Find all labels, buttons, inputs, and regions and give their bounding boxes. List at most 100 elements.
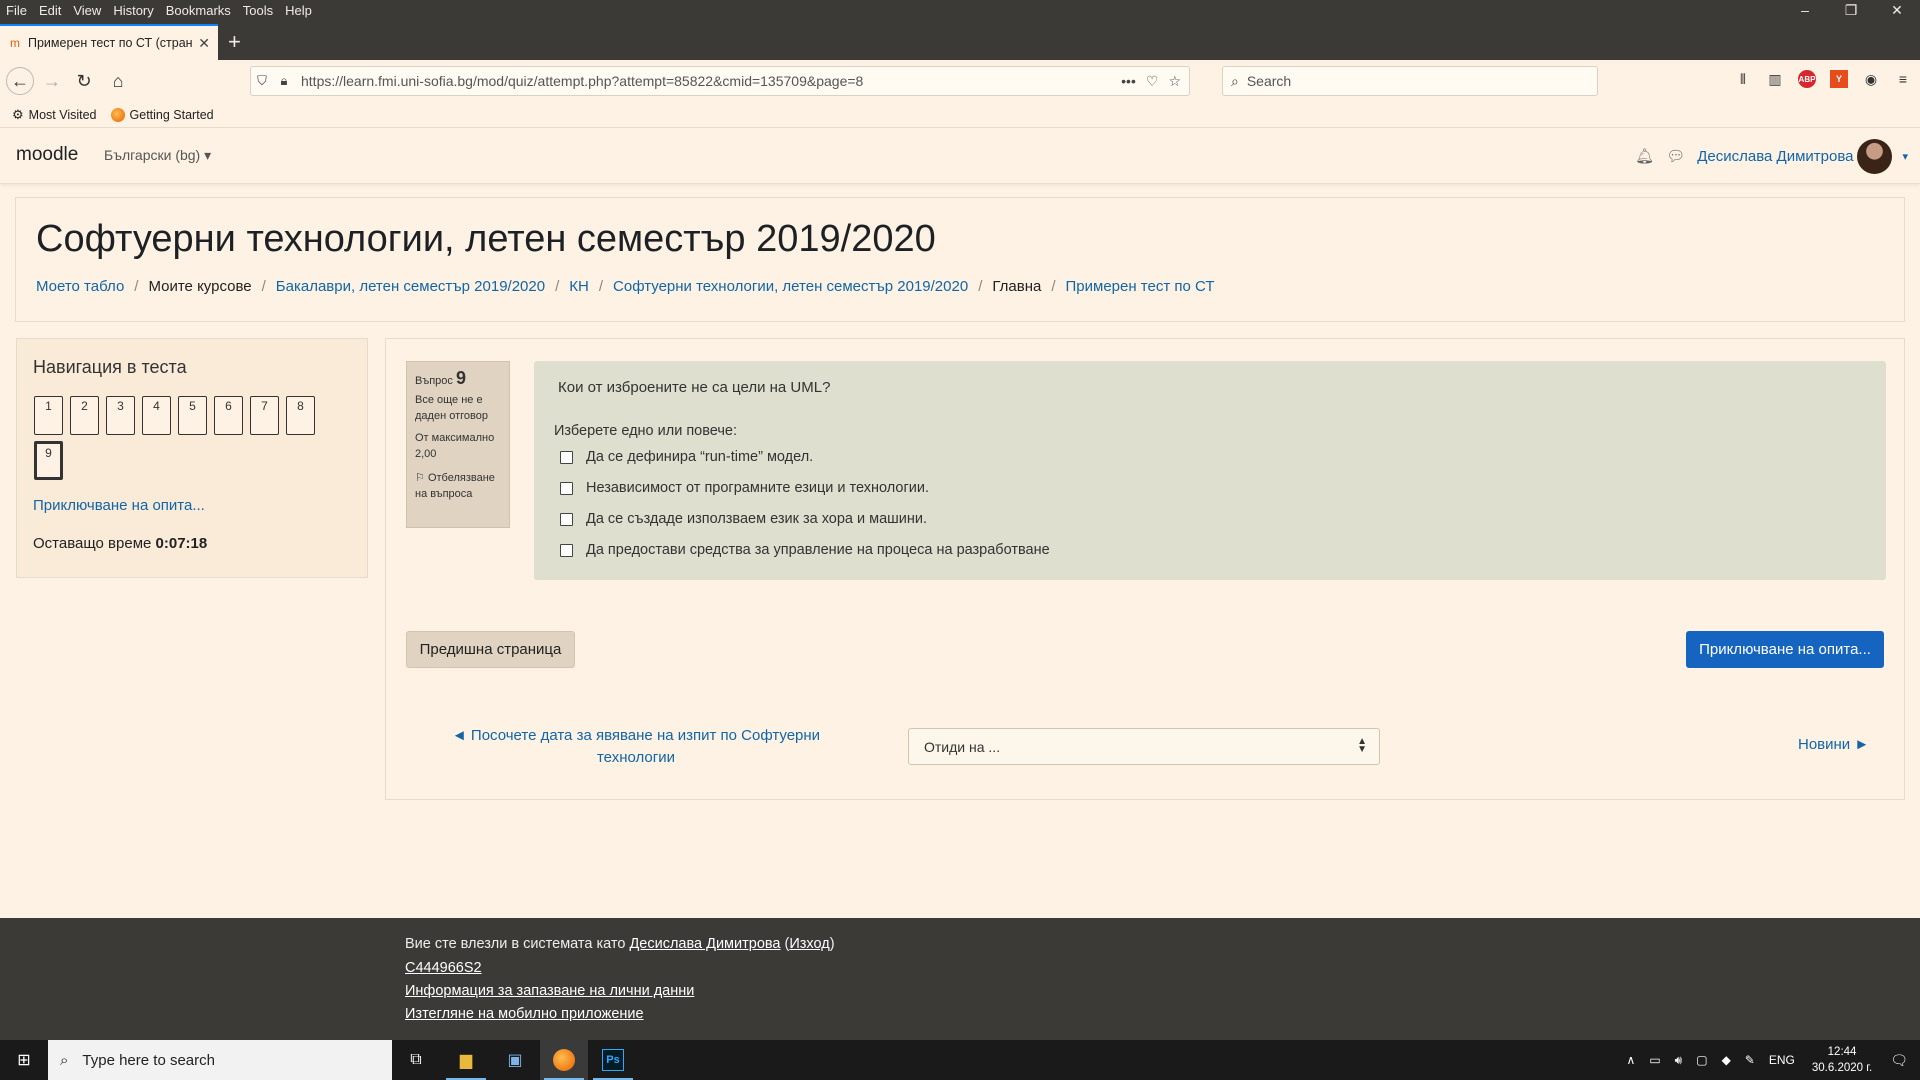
file-explorer-icon[interactable]: ▆ xyxy=(442,1040,490,1080)
volume-icon[interactable]: 🔊︎ xyxy=(1675,1053,1683,1068)
new-tab-button[interactable]: + xyxy=(228,28,241,56)
breadcrumb-item[interactable]: Софтуерни технологии, летен семестър 201… xyxy=(613,278,968,295)
chevron-down-icon[interactable]: ▾ xyxy=(1902,150,1908,163)
bookmark-star-icon[interactable]: ☆ xyxy=(1168,73,1181,90)
menu-view[interactable]: View xyxy=(67,3,107,18)
moodle-brand[interactable]: moodle xyxy=(16,144,78,166)
message-icon[interactable]: 💬︎ xyxy=(1666,147,1685,165)
menu-file[interactable]: File xyxy=(0,3,33,18)
footer-code-link[interactable]: C444966S2 xyxy=(405,960,482,976)
previous-page-button[interactable]: Предишна страница xyxy=(406,631,575,668)
url-text[interactable]: https://learn.fmi.uni-sofia.bg/mod/quiz/… xyxy=(301,73,1121,89)
answer-checkbox[interactable] xyxy=(560,512,573,526)
reload-icon[interactable]: ↻ xyxy=(70,67,98,95)
forward-arrow-icon[interactable]: → xyxy=(38,67,66,95)
extension-icon[interactable]: Y xyxy=(1830,70,1848,88)
time-remaining: Оставащо време 0:07:18 xyxy=(33,535,207,552)
browser-search-input[interactable]: ⌕ Search xyxy=(1222,66,1598,96)
bell-icon[interactable]: 🔔︎ xyxy=(1635,147,1654,165)
answer-label[interactable]: Да се дефинира “run-time” модел. xyxy=(586,449,813,465)
menu-edit[interactable]: Edit xyxy=(33,3,67,18)
clock[interactable]: 12:44 30.6.2020 г. xyxy=(1812,1044,1872,1076)
sidebar-icon[interactable]: ▥ xyxy=(1766,70,1784,88)
lock-icon[interactable]: 🔒︎ xyxy=(273,73,295,89)
jump-to-select[interactable]: Отиди на ... ▲ ▼ xyxy=(908,728,1380,765)
answer-option-1[interactable]: Да се дефинира “run-time” модел. xyxy=(560,449,813,465)
dropbox-icon[interactable]: ◆ xyxy=(1722,1053,1731,1067)
user-menu-name[interactable]: Десислава Димитрова xyxy=(1697,148,1853,165)
task-view-icon[interactable]: ⧉ xyxy=(392,1040,440,1080)
question-button-4[interactable]: 4 xyxy=(142,396,171,435)
question-button-6[interactable]: 6 xyxy=(214,396,243,435)
menu-history[interactable]: History xyxy=(107,3,159,18)
minimize-button[interactable]: – xyxy=(1782,0,1828,20)
question-button-1[interactable]: 1 xyxy=(34,396,63,435)
pocket-icon[interactable]: ♡ xyxy=(1146,73,1159,90)
windows-start-icon[interactable]: ⊞ xyxy=(0,1040,48,1080)
chevron-up-icon[interactable]: ∧ xyxy=(1627,1053,1636,1067)
browser-tab[interactable]: m Примерен тест по СТ (страница ✕ xyxy=(0,24,218,60)
flag-question[interactable]: ⚐ Отбелязване на въпроса xyxy=(415,470,501,502)
language-menu[interactable]: Български (bg) ▾ xyxy=(104,147,211,164)
finish-attempt-link[interactable]: Приключване на опита... xyxy=(33,497,205,514)
hamburger-menu-icon[interactable]: ≡ xyxy=(1894,70,1912,88)
breadcrumb-item: Моите курсове xyxy=(148,278,252,295)
previous-activity-link[interactable]: ◄ Посочете дата за явяване на изпит по С… xyxy=(446,725,826,769)
question-button-5[interactable]: 5 xyxy=(178,396,207,435)
logged-in-info: Вие сте влезли в системата като Десислав… xyxy=(405,936,835,952)
close-tab-icon[interactable]: ✕ xyxy=(198,35,210,52)
account-icon[interactable]: ◉ xyxy=(1862,70,1880,88)
answer-label[interactable]: Да се създаде използваем език за хора и … xyxy=(586,511,927,527)
breadcrumb-item[interactable]: Бакалаври, летен семестър 2019/2020 xyxy=(276,278,545,295)
bookmark-most-visited[interactable]: ⚙ Most Visited xyxy=(12,107,97,123)
photoshop-icon[interactable]: Ps xyxy=(589,1040,637,1080)
shield-icon[interactable]: ⛉ xyxy=(251,73,273,89)
restore-button[interactable]: ❐ xyxy=(1828,0,1874,20)
address-bar[interactable]: ⛉ 🔒︎ https://learn.fmi.uni-sofia.bg/mod/… xyxy=(250,66,1190,96)
breadcrumb-item[interactable]: КН xyxy=(569,278,589,295)
breadcrumb-item[interactable]: Примерен тест по СТ xyxy=(1066,278,1215,295)
back-arrow-icon[interactable]: ← xyxy=(6,67,34,95)
question-button-2[interactable]: 2 xyxy=(70,396,99,435)
breadcrumb-item: Главна xyxy=(992,278,1042,295)
network-icon[interactable]: ▢ xyxy=(1696,1053,1707,1067)
menu-tools[interactable]: Tools xyxy=(237,3,279,18)
close-window-button[interactable]: ✕ xyxy=(1874,0,1920,20)
breadcrumb-item[interactable]: Моето табло xyxy=(36,278,124,295)
logout-link[interactable]: Изход xyxy=(789,936,829,952)
question-button-3[interactable]: 3 xyxy=(106,396,135,435)
question-button-8[interactable]: 8 xyxy=(286,396,315,435)
next-activity-link[interactable]: Новини ► xyxy=(1798,736,1869,753)
answer-label[interactable]: Независимост от програмните езици и техн… xyxy=(586,480,929,496)
privacy-link[interactable]: Информация за запазване на лични данни xyxy=(405,983,694,999)
menu-bookmarks[interactable]: Bookmarks xyxy=(160,3,237,18)
firefox-taskbar-icon[interactable] xyxy=(540,1040,588,1080)
menu-help[interactable]: Help xyxy=(279,3,318,18)
finish-attempt-button[interactable]: Приключване на опита... xyxy=(1686,631,1884,668)
answer-label[interactable]: Да предостави средства за управление на … xyxy=(586,542,1050,558)
battery-icon[interactable]: ▭ xyxy=(1649,1053,1660,1067)
answer-option-2[interactable]: Независимост от програмните езици и техн… xyxy=(560,480,929,496)
adblock-icon[interactable]: ABP xyxy=(1798,70,1816,88)
answer-option-4[interactable]: Да предостави средства за управление на … xyxy=(560,542,1050,558)
breadcrumb: Моето табло / Моите курсове / Бакалаври,… xyxy=(36,278,1215,295)
taskbar-search-input[interactable]: ⌕ Type here to search xyxy=(48,1040,392,1080)
pen-icon[interactable]: ✎ xyxy=(1745,1053,1755,1067)
question-button-9-current[interactable]: 9 xyxy=(34,441,63,480)
input-language[interactable]: ENG xyxy=(1769,1053,1795,1067)
answer-checkbox[interactable] xyxy=(560,450,573,464)
notification-icon[interactable]: 🗨︎ xyxy=(1890,1052,1908,1069)
avatar[interactable] xyxy=(1857,138,1893,174)
answer-checkbox[interactable] xyxy=(560,543,573,557)
select-arrows-icon: ▲ ▼ xyxy=(1357,736,1367,755)
library-icon[interactable]: ⫴ xyxy=(1734,70,1752,88)
home-icon[interactable]: ⌂ xyxy=(104,67,132,95)
footer-user-link[interactable]: Десислава Димитрова xyxy=(629,936,780,952)
answer-checkbox[interactable] xyxy=(560,481,573,495)
answer-option-3[interactable]: Да се създаде използваем език за хора и … xyxy=(560,511,927,527)
page-actions-icon[interactable]: ••• xyxy=(1121,73,1136,90)
bookmark-getting-started[interactable]: Getting Started xyxy=(110,107,214,122)
question-button-7[interactable]: 7 xyxy=(250,396,279,435)
mobile-app-link[interactable]: Изтегляне на мобилно приложение xyxy=(405,1006,644,1022)
app-icon[interactable]: ▣ xyxy=(491,1040,539,1080)
